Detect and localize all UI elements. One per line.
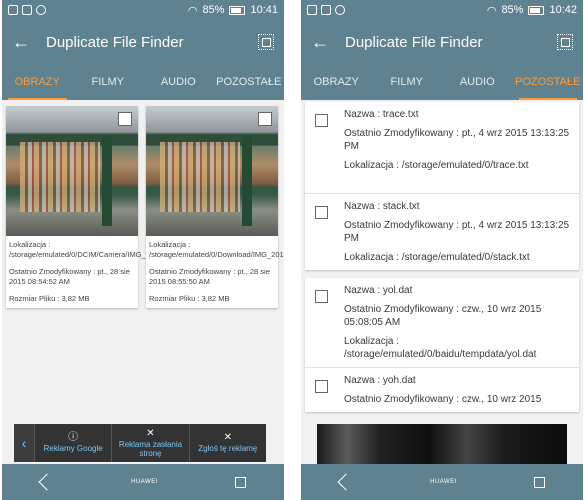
file-name: Nazwa : stack.txt <box>344 201 420 212</box>
list-item[interactable]: Nazwa : stack.txt Ostatnio Zmodyfikowany… <box>305 194 579 270</box>
wifi-icon: ◠ <box>486 4 497 17</box>
file-modified: Ostatnio Zmodyfikowany : czw., 10 wrz 20… <box>344 304 542 328</box>
image-checkbox[interactable] <box>118 112 132 126</box>
file-checkbox[interactable] <box>315 206 328 219</box>
image-card[interactable]: Lokalizacja : /storage/emulated/0/DCIM/C… <box>6 106 221 308</box>
home-huawei-icon[interactable]: HUAWEI <box>131 479 158 486</box>
recent-apps-icon[interactable] <box>533 476 545 488</box>
file-checkbox[interactable] <box>315 290 328 303</box>
tab-other[interactable]: POZOSTAŁE <box>214 64 285 100</box>
back-arrow-icon[interactable]: ← <box>12 32 36 53</box>
app-bar: ← Duplicate File Finder <box>2 20 284 64</box>
nav-back-icon[interactable] <box>38 473 56 491</box>
image-card[interactable]: Lokalizacja : /storage/emulated/0/Downlo… <box>146 106 284 308</box>
list-item[interactable]: Nazwa : trace.txt Ostatnio Zmodyfikowany… <box>305 102 579 194</box>
wifi-icon: ◠ <box>187 4 198 17</box>
duplicate-group: Nazwa : trace.txt Ostatnio Zmodyfikowany… <box>305 102 579 270</box>
file-list: Nazwa : trace.txt Ostatnio Zmodyfikowany… <box>301 100 583 412</box>
file-checkbox[interactable] <box>315 114 328 127</box>
status-bar: ◠ 85% 10:42 <box>301 0 583 20</box>
tab-videos[interactable]: FILMY <box>73 64 144 100</box>
file-checkbox[interactable] <box>315 380 328 393</box>
tab-audio[interactable]: AUDIO <box>442 64 513 100</box>
ad-report-button[interactable]: ✕ Zgłoś tę reklamę <box>188 424 266 462</box>
file-location: Lokalizacja : /storage/emulated/0/stack.… <box>344 252 530 263</box>
file-modified: Ostatnio Zmodyfikowany : pt., 4 wrz 2015… <box>344 128 570 152</box>
image-thumbnail[interactable] <box>146 106 278 236</box>
spotify-notification-icon <box>36 5 46 15</box>
ad-options-bar: ‹ ⓘ Reklamy Google ✕ Reklama zasłania st… <box>14 424 266 462</box>
nav-bar: HUAWEI <box>301 464 583 500</box>
battery-icon <box>229 5 246 15</box>
battery-text: 85% <box>202 4 225 16</box>
tab-videos[interactable]: FILMY <box>372 64 443 100</box>
ad-collapse-chevron-icon[interactable]: ‹ <box>14 424 34 462</box>
file-name: Nazwa : yol.dat <box>344 285 413 296</box>
app-title: Duplicate File Finder <box>46 33 184 51</box>
image-thumbnail[interactable] <box>6 106 138 236</box>
image-notification-icon <box>8 5 18 15</box>
ad-report-label: Zgłoś tę reklamę <box>198 444 258 453</box>
select-all-icon[interactable] <box>258 34 274 50</box>
back-arrow-icon[interactable]: ← <box>311 32 335 53</box>
tab-bar: OBRAZY FILMY AUDIO POZOSTAŁE <box>2 64 284 100</box>
tab-audio[interactable]: AUDIO <box>143 64 214 100</box>
file-modified: Ostatnio Zmodyfikowany : czw., 10 wrz 20… <box>344 394 542 405</box>
spotify-notification-icon <box>335 5 345 15</box>
gallery-notification-icon <box>321 5 331 15</box>
image-checkbox[interactable] <box>258 112 272 126</box>
file-location: Lokalizacja : /storage/emulated/0/trace.… <box>344 160 529 171</box>
image-size: Rozmiar Pliku : 3,82 MB <box>149 294 230 303</box>
file-modified: Ostatnio Zmodyfikowany : pt., 4 wrz 2015… <box>344 220 570 244</box>
tab-images[interactable]: OBRAZY <box>2 64 73 100</box>
clock: 10:42 <box>549 4 577 16</box>
home-huawei-icon[interactable]: HUAWEI <box>430 479 457 486</box>
image-modified: Ostatnio Zmodyfikowany : pt., 28 sie 201… <box>9 267 130 286</box>
image-location: Lokalizacja : /storage/emulated/0/Downlo… <box>149 240 284 259</box>
ad-block-button[interactable]: ✕ Reklama zasłania stronę <box>111 424 188 462</box>
file-name: Nazwa : trace.txt <box>344 109 419 120</box>
recent-apps-icon[interactable] <box>234 476 246 488</box>
tab-bar: OBRAZY FILMY AUDIO POZOSTAŁE <box>301 64 583 100</box>
image-location: Lokalizacja : /storage/emulated/0/DCIM/C… <box>9 240 221 259</box>
list-item[interactable]: Nazwa : yoh.dat Ostatnio Zmodyfikowany :… <box>305 368 579 412</box>
ad-banner-image[interactable] <box>317 424 567 464</box>
info-icon: ⓘ <box>68 432 79 443</box>
close-icon: ✕ <box>146 427 155 439</box>
screenshot-stage: ◠ 85% 10:41 ← Duplicate File Finder OBRA… <box>0 0 584 500</box>
image-notification-icon <box>307 5 317 15</box>
gallery-notification-icon <box>22 5 32 15</box>
duplicate-group: Nazwa : yol.dat Ostatnio Zmodyfikowany :… <box>305 278 579 412</box>
image-modified: Ostatnio Zmodyfikowany : pt., 28 sie 201… <box>149 267 270 286</box>
battery-text: 85% <box>501 4 524 16</box>
list-item[interactable]: Nazwa : yol.dat Ostatnio Zmodyfikowany :… <box>305 278 579 368</box>
ad-google-label: Reklamy Google <box>43 444 103 453</box>
close-icon: ✕ <box>223 432 233 443</box>
nav-bar: HUAWEI <box>2 464 284 500</box>
image-grid: Lokalizacja : /storage/emulated/0/DCIM/C… <box>2 100 284 308</box>
clock: 10:41 <box>250 4 278 16</box>
phone-right: ◠ 85% 10:42 ← Duplicate File Finder OBRA… <box>301 0 583 500</box>
file-name: Nazwa : yoh.dat <box>344 375 416 386</box>
ad-block-label: Reklama zasłania stronę <box>118 439 183 458</box>
status-bar: ◠ 85% 10:41 <box>2 0 284 20</box>
phone-left: ◠ 85% 10:41 ← Duplicate File Finder OBRA… <box>2 0 284 500</box>
app-title: Duplicate File Finder <box>345 33 483 51</box>
app-bar: ← Duplicate File Finder <box>301 20 583 64</box>
nav-back-icon[interactable] <box>337 473 355 491</box>
file-location: Lokalizacja : /storage/emulated/0/baidu/… <box>344 336 537 360</box>
tab-images[interactable]: OBRAZY <box>301 64 372 100</box>
tab-other[interactable]: POZOSTAŁE <box>513 64 584 100</box>
ad-info-button[interactable]: ⓘ Reklamy Google <box>34 424 111 462</box>
battery-icon <box>528 5 545 15</box>
select-all-icon[interactable] <box>557 34 573 50</box>
image-size: Rozmiar Pliku : 3,82 MB <box>9 294 90 303</box>
